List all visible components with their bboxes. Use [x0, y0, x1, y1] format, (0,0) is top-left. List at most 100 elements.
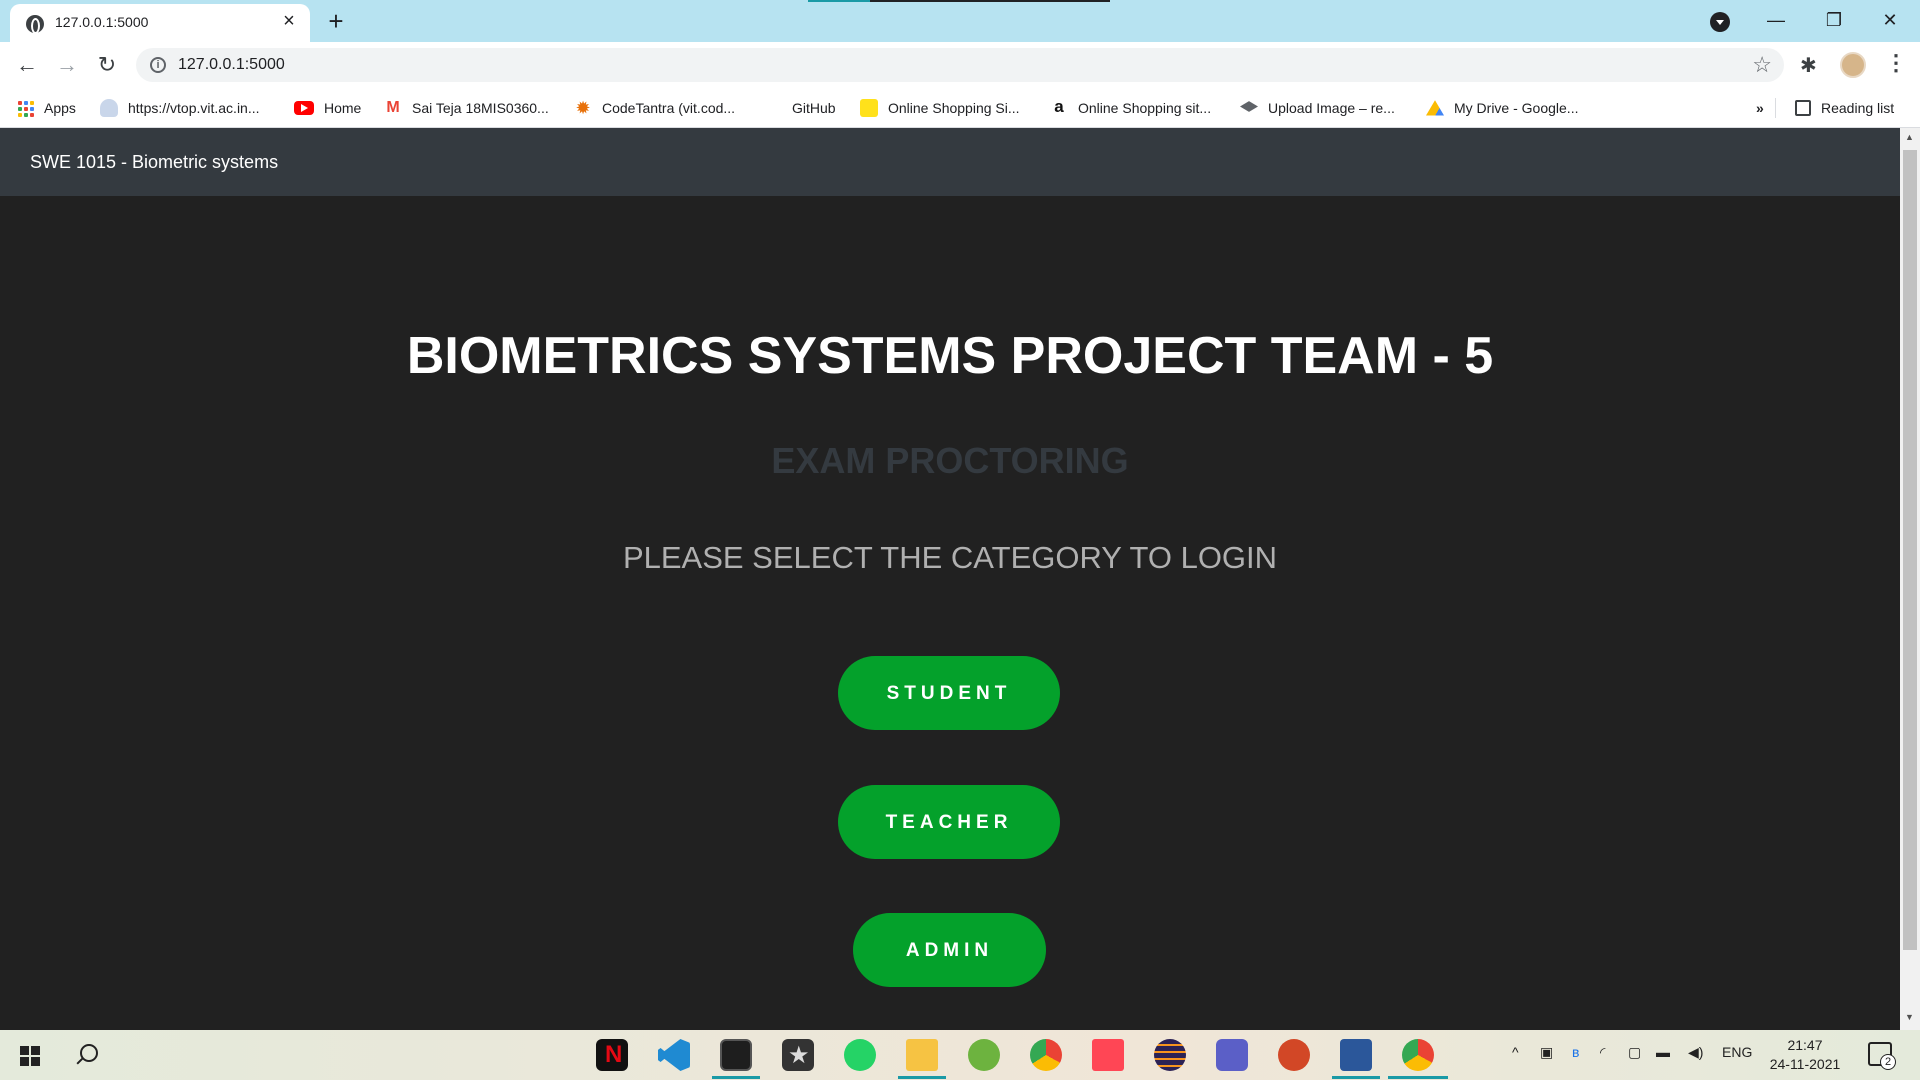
- terminal-icon[interactable]: [720, 1039, 752, 1071]
- url-text[interactable]: 127.0.0.1:5000: [178, 56, 285, 74]
- inkscape-icon[interactable]: ★: [782, 1039, 814, 1071]
- taskbar-clock[interactable]: 21:47 24-11-2021: [1760, 1036, 1850, 1074]
- active-app-indicator: [1388, 1076, 1448, 1079]
- restore-button[interactable]: ❐: [1816, 6, 1852, 34]
- scroll-down-arrow-icon[interactable]: ▼: [1905, 1012, 1914, 1022]
- tab-title: 127.0.0.1:5000: [55, 14, 149, 30]
- vtop-icon: [100, 99, 118, 118]
- browser-toolbar: ← → ↻ i 127.0.0.1:5000 ☆ ✱ ⋮: [0, 42, 1920, 88]
- scrollbar-thumb[interactable]: [1903, 150, 1917, 950]
- battery-icon[interactable]: ▬: [1656, 1044, 1670, 1060]
- bookmark-star-icon[interactable]: ☆: [1752, 52, 1772, 78]
- bookmark-flipkart[interactable]: Online Shopping Si...: [860, 96, 1020, 120]
- site-info-icon[interactable]: i: [150, 57, 166, 73]
- loading-indicator-track: [870, 0, 1110, 2]
- whatsapp-icon[interactable]: [844, 1039, 876, 1071]
- reading-list-button[interactable]: Reading list: [1795, 96, 1894, 120]
- active-app-indicator: [712, 1076, 760, 1079]
- page-subtitle: EXAM PROCTORING: [771, 440, 1129, 481]
- bookmark-label: Sai Teja 18MIS0360...: [412, 100, 549, 116]
- show-hidden-icons-icon[interactable]: ^: [1512, 1044, 1519, 1060]
- teacher-button[interactable]: TEACHER: [838, 785, 1060, 859]
- reading-list-label: Reading list: [1821, 100, 1895, 116]
- bookmark-label: https://vtop.vit.ac.in...: [128, 100, 260, 116]
- bookmark-vtop[interactable]: https://vtop.vit.ac.in...: [100, 96, 260, 120]
- bookmark-label: Home: [324, 100, 362, 116]
- windows-taskbar: N ★ ^ ▣ ʙ ◜ ▢ ▬ ◀) ENG 21:47 24-11-2021 …: [0, 1030, 1920, 1080]
- bookmark-codetantra[interactable]: ✹ CodeTantra (vit.cod...: [574, 96, 735, 120]
- tab-strip: 127.0.0.1:5000 × + — ❐ ✕: [0, 0, 1920, 42]
- scroll-up-arrow-icon[interactable]: ▲: [1905, 132, 1914, 142]
- active-app-indicator: [898, 1076, 946, 1079]
- bookmark-amazon[interactable]: a Online Shopping sit...: [1050, 96, 1211, 120]
- chrome-icon[interactable]: [1030, 1039, 1062, 1071]
- bookmark-apps[interactable]: Apps: [18, 96, 76, 120]
- back-icon[interactable]: ←: [12, 50, 42, 80]
- active-app-indicator: [1332, 1076, 1380, 1079]
- powerpoint-icon[interactable]: [1278, 1039, 1310, 1071]
- navbar-brand[interactable]: SWE 1015 - Biometric systems: [30, 152, 278, 173]
- clock-time: 21:47: [1787, 1037, 1823, 1053]
- bookmark-github[interactable]: GitHub: [792, 96, 836, 120]
- extensions-puzzle-icon[interactable]: ✱: [1800, 53, 1817, 78]
- chrome-icon[interactable]: [1402, 1039, 1434, 1071]
- file-explorer-icon[interactable]: [906, 1039, 938, 1071]
- reading-list-icon: [1795, 100, 1811, 117]
- network-drive-icon[interactable]: ▣: [1540, 1044, 1553, 1061]
- teams-icon[interactable]: [1216, 1039, 1248, 1071]
- word-icon[interactable]: [1340, 1039, 1372, 1071]
- reload-icon[interactable]: ↻: [92, 50, 122, 80]
- page-title: BIOMETRICS SYSTEMS PROJECT TEAM - 5: [406, 327, 1494, 385]
- bookmark-label: Apps: [44, 100, 76, 116]
- apps-grid-icon: [18, 101, 34, 118]
- windows-start-icon[interactable]: [20, 1046, 40, 1066]
- language-indicator[interactable]: ENG: [1722, 1044, 1752, 1060]
- flipkart-icon: [860, 99, 878, 118]
- admin-button[interactable]: ADMIN: [853, 913, 1046, 987]
- loading-indicator: [808, 0, 870, 2]
- bookmarks-overflow-button[interactable]: »: [1756, 96, 1764, 120]
- bookmark-label: CodeTantra (vit.cod...: [602, 100, 736, 116]
- google-drive-icon: [1426, 100, 1444, 116]
- taskbar-search-icon[interactable]: [80, 1044, 98, 1062]
- volume-icon[interactable]: ◀): [1688, 1044, 1703, 1061]
- upload-icon: [1240, 101, 1258, 112]
- bookmark-label: GitHub: [792, 100, 836, 116]
- globe-icon: [26, 15, 44, 34]
- notification-count-badge: 2: [1880, 1054, 1896, 1070]
- divider: [1775, 98, 1776, 118]
- chrome-menu-icon[interactable]: ⋮: [1885, 50, 1907, 76]
- youtube-icon: [294, 101, 314, 116]
- profile-avatar[interactable]: [1840, 52, 1866, 78]
- eclipse-icon[interactable]: [1154, 1039, 1186, 1071]
- tab-close-icon[interactable]: ×: [278, 10, 300, 32]
- spring-icon[interactable]: [968, 1039, 1000, 1071]
- meet-now-icon[interactable]: ▢: [1628, 1044, 1641, 1061]
- browser-tab[interactable]: 127.0.0.1:5000 ×: [10, 4, 310, 42]
- bookmark-label: My Drive - Google...: [1454, 100, 1579, 116]
- close-window-button[interactable]: ✕: [1872, 6, 1908, 34]
- bookmark-google-drive[interactable]: My Drive - Google...: [1426, 96, 1578, 120]
- address-bar[interactable]: i 127.0.0.1:5000 ☆: [136, 48, 1784, 82]
- wifi-icon[interactable]: ◜: [1600, 1044, 1605, 1061]
- valorant-icon[interactable]: [1092, 1039, 1124, 1071]
- bookmark-upload-image[interactable]: Upload Image – re...: [1240, 96, 1395, 120]
- bookmark-gmail[interactable]: M Sai Teja 18MIS0360...: [384, 96, 549, 120]
- codetantra-icon: ✹: [575, 98, 591, 119]
- bookmark-label: Upload Image – re...: [1268, 100, 1395, 116]
- forward-icon[interactable]: →: [52, 50, 82, 80]
- bluetooth-icon[interactable]: ʙ: [1572, 1044, 1579, 1060]
- tab-search-icon[interactable]: [1710, 12, 1730, 32]
- netflix-icon[interactable]: N: [596, 1039, 628, 1071]
- gmail-icon: M: [386, 99, 400, 117]
- bookmark-label: Online Shopping sit...: [1078, 100, 1212, 116]
- vscode-icon[interactable]: [658, 1039, 690, 1071]
- new-tab-button[interactable]: +: [322, 8, 350, 36]
- amazon-icon: a: [1054, 97, 1064, 117]
- page-content: [0, 196, 1900, 1030]
- student-button[interactable]: STUDENT: [838, 656, 1060, 730]
- bookmark-home[interactable]: Home: [294, 96, 361, 120]
- login-prompt: PLEASE SELECT THE CATEGORY TO LOGIN: [622, 540, 1278, 575]
- site-navbar: SWE 1015 - Biometric systems: [0, 128, 1900, 196]
- minimize-button[interactable]: —: [1758, 6, 1794, 34]
